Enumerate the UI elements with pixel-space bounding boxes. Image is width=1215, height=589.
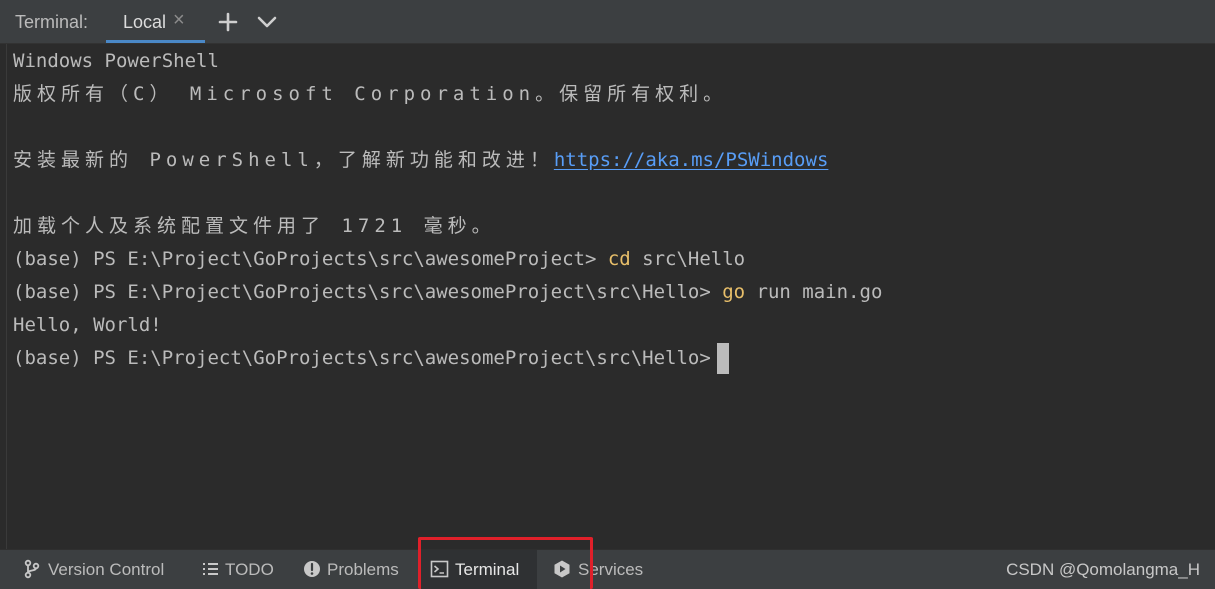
active-tab-indicator [106,40,205,43]
chevron-down-icon[interactable] [256,11,278,33]
command-args: src\Hello [630,248,746,270]
terminal-line: 加载个人及系统配置文件用了 1721 毫秒。 [13,211,496,241]
terminal-line: (base) PS E:\Project\GoProjects\src\awes… [13,277,882,307]
warning-icon [304,561,320,577]
terminal-line: Windows PowerShell [13,46,219,76]
tool-window-bar: Version Control TODO Problems Terminal S… [0,549,1215,589]
branch-icon [24,559,40,579]
plus-icon[interactable] [217,11,239,33]
line-text: Windows PowerShell [13,50,219,72]
line-text: 版权所有（C） Microsoft Corporation。保留所有权利。 [13,83,728,105]
terminal-line: (base) PS E:\Project\GoProjects\src\awes… [13,244,745,274]
terminal-line: Hello, World! [13,310,162,340]
tool-label: TODO [225,560,274,579]
terminal-tab-bar: Terminal: Local × [0,0,1215,44]
terminal-title: Terminal: [15,12,89,32]
command: cd [607,248,631,270]
text-cursor [716,343,729,374]
tab-local[interactable]: Local × [106,0,205,43]
terminal-icon [430,560,449,578]
command: go [722,281,746,303]
tab-local-label: Local [123,12,167,32]
watermark: CSDN @Qomolangma_H [1006,560,1200,579]
terminal-line: 版权所有（C） Microsoft Corporation。保留所有权利。 [13,79,727,109]
line-text: 安装最新的 PowerShell，了解新功能和改进！ [13,149,554,171]
powershell-link[interactable]: https://aka.ms/PSWindows [554,149,829,171]
line-text: Hello, World! [13,314,162,336]
close-icon[interactable]: × [173,10,185,30]
line-text: 加载个人及系统配置文件用了 1721 毫秒。 [13,215,496,237]
tool-label: Version Control [48,560,165,579]
terminal-line: (base) PS E:\Project\GoProjects\src\awes… [13,343,729,374]
command-args: run main.go [745,281,883,303]
prompt: (base) PS E:\Project\GoProjects\src\awes… [13,347,711,369]
terminal-line: 安装最新的 PowerShell，了解新功能和改进！https://aka.ms… [13,145,828,175]
tool-label: Services [578,560,644,579]
tool-label: Terminal [455,560,520,579]
terminal-output[interactable]: Windows PowerShell 版权所有（C） Microsoft Cor… [6,44,1215,549]
prompt: (base) PS E:\Project\GoProjects\src\awes… [13,281,723,303]
play-icon [554,560,570,578]
tool-label: Problems [327,560,399,579]
prompt: (base) PS E:\Project\GoProjects\src\awes… [13,248,608,270]
list-icon [203,563,218,575]
